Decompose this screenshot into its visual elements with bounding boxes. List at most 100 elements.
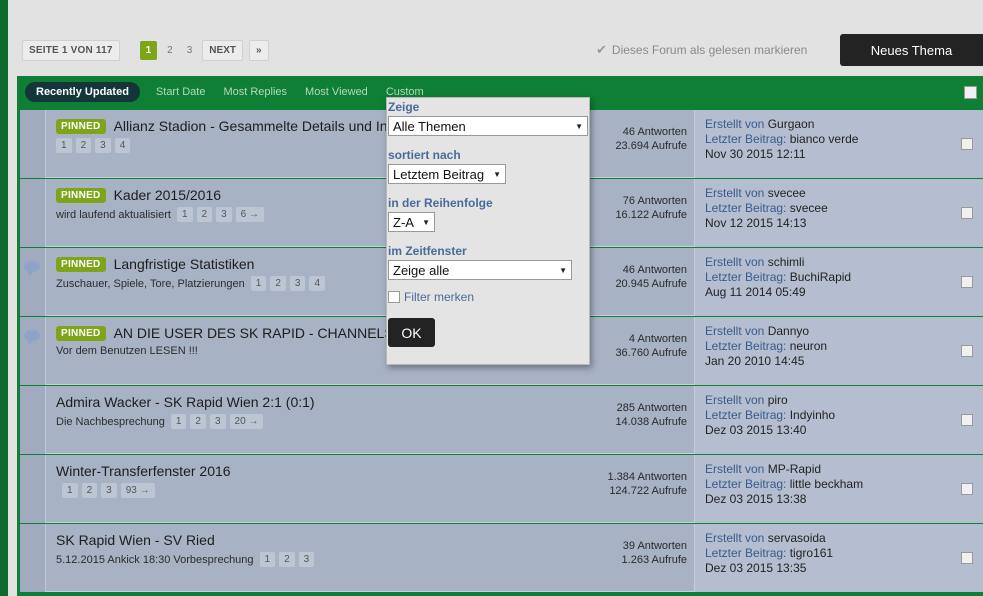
- topic-page-link[interactable]: 1: [170, 414, 187, 429]
- topic-page-link[interactable]: 1: [250, 276, 267, 291]
- creator-link[interactable]: servasoida: [768, 531, 826, 545]
- topic-page-links: 1 2 3 20 →: [170, 414, 264, 429]
- topic-status-cell: [20, 455, 46, 523]
- last-post-label: Letzter Beitrag:: [705, 270, 787, 284]
- tab-most-viewed[interactable]: Most Viewed: [305, 86, 368, 98]
- creator-link[interactable]: piro: [768, 393, 788, 407]
- topic-page-link[interactable]: 4: [309, 276, 325, 291]
- replies-count: 76 Antworten: [622, 195, 687, 207]
- creator-link[interactable]: svecee: [768, 186, 806, 200]
- topic-page-link[interactable]: 3: [216, 207, 232, 222]
- order-select[interactable]: Z-A ▼: [388, 212, 435, 232]
- last-poster-link[interactable]: tigro161: [790, 546, 833, 560]
- time-select[interactable]: Zeige alle ▼: [388, 260, 572, 280]
- topic-main: Admira Wacker - SK Rapid Wien 2:1 (0:1) …: [56, 394, 315, 429]
- topic-page-link[interactable]: 2: [279, 552, 295, 567]
- topic-page-link[interactable]: 93 →: [120, 483, 155, 498]
- topic-page-link[interactable]: 2: [270, 276, 286, 291]
- last-post-date[interactable]: Dez 03 2015 13:38: [705, 492, 983, 507]
- creator-link[interactable]: Gurgaon: [768, 117, 815, 131]
- last-post-info: Erstellt von schimli Letzter Beitrag: Bu…: [694, 248, 983, 316]
- topic-title-link[interactable]: SK Rapid Wien - SV Ried: [56, 532, 215, 548]
- creator-link[interactable]: schimli: [768, 255, 805, 269]
- last-poster-link[interactable]: little beckham: [790, 477, 863, 491]
- topic-page-link[interactable]: 4: [114, 138, 131, 153]
- pinned-badge: PINNED: [56, 187, 106, 203]
- topic-page-link[interactable]: 1: [56, 138, 72, 153]
- views-count: 20.945 Aufrufe: [615, 278, 687, 290]
- topic-title-link[interactable]: Langfristige Statistiken: [114, 256, 255, 272]
- sort-select[interactable]: Letztem Beitrag ▼: [388, 164, 506, 184]
- tab-most-replies[interactable]: Most Replies: [223, 86, 287, 98]
- last-poster-link[interactable]: BuchiRapid: [790, 270, 851, 284]
- topic-description: Vor dem Benutzen LESEN !!!: [56, 345, 198, 357]
- row-checkbox[interactable]: [961, 207, 973, 219]
- row-checkbox[interactable]: [961, 552, 973, 564]
- last-post-label: Letzter Beitrag:: [705, 408, 787, 422]
- last-post-date[interactable]: Dez 03 2015 13:40: [705, 423, 983, 438]
- last-post-date[interactable]: Aug 11 2014 05:49: [705, 285, 983, 300]
- topic-page-link[interactable]: 20 →: [229, 414, 264, 429]
- topic-page-link[interactable]: 3: [101, 483, 117, 498]
- mark-read-label: Dieses Forum als gelesen markieren: [611, 43, 808, 57]
- select-all-checkbox[interactable]: [964, 86, 977, 99]
- last-poster-link[interactable]: svecee: [790, 201, 828, 215]
- remember-filter-checkbox[interactable]: [388, 291, 400, 303]
- next-page-button[interactable]: NEXT: [202, 40, 243, 61]
- page-2[interactable]: 2: [163, 41, 177, 60]
- topic-page-link[interactable]: 2: [81, 483, 98, 498]
- topic-title-link[interactable]: AN DIE USER DES SK RAPID - CHANNELS: [114, 325, 394, 341]
- left-border-stripe: [0, 0, 8, 596]
- chevron-down-icon: ▼: [575, 121, 583, 131]
- last-post-label: Letzter Beitrag:: [705, 477, 787, 491]
- row-checkbox[interactable]: [961, 276, 973, 288]
- last-poster-link[interactable]: bianco verde: [790, 132, 859, 146]
- creator-link[interactable]: Dannyo: [768, 324, 809, 338]
- show-filter-group: Zeige Alle Themen ▼: [388, 100, 588, 136]
- row-checkbox[interactable]: [961, 483, 973, 495]
- last-poster-link[interactable]: neuron: [790, 339, 827, 353]
- topic-page-link[interactable]: 3: [95, 138, 111, 153]
- ok-button[interactable]: OK: [388, 318, 435, 347]
- topic-title-link[interactable]: Winter-Transferfenster 2016: [56, 463, 231, 479]
- topic-status-cell: [20, 317, 46, 385]
- last-post-date[interactable]: Dez 03 2015 13:35: [705, 561, 983, 576]
- topic-page-link[interactable]: 2: [190, 414, 206, 429]
- row-checkbox[interactable]: [961, 138, 973, 150]
- topic-page-link[interactable]: 2: [75, 138, 92, 153]
- tab-start-date[interactable]: Start Date: [156, 86, 206, 98]
- created-by-label: Erstellt von: [705, 117, 765, 131]
- pagination: SEITE 1 VON 117 1 2 3 NEXT »: [22, 40, 269, 61]
- row-checkbox[interactable]: [961, 414, 973, 426]
- table-row: SK Rapid Wien - SV Ried 5.12.2015 Ankick…: [20, 524, 983, 592]
- remember-filter-label[interactable]: Filter merken: [404, 290, 474, 304]
- last-post-date[interactable]: Nov 12 2015 14:13: [705, 216, 983, 231]
- topic-page-link[interactable]: 1: [62, 483, 78, 498]
- topic-page-link[interactable]: 1: [176, 207, 193, 222]
- topic-page-link[interactable]: 6 →: [235, 207, 264, 222]
- topic-page-link[interactable]: 1: [259, 552, 276, 567]
- replies-count: 4 Antworten: [628, 333, 687, 345]
- replies-count: 46 Antworten: [622, 126, 687, 138]
- mark-forum-read-link[interactable]: ✔ Dieses Forum als gelesen markieren: [596, 42, 807, 58]
- views-count: 16.122 Aufrufe: [615, 209, 687, 221]
- table-row: Admira Wacker - SK Rapid Wien 2:1 (0:1) …: [20, 386, 983, 454]
- topic-title-link[interactable]: Kader 2015/2016: [114, 187, 221, 203]
- new-topic-button[interactable]: Neues Thema: [840, 34, 983, 66]
- topic-page-link[interactable]: 2: [196, 207, 213, 222]
- topic-page-link[interactable]: 3: [298, 552, 315, 567]
- show-select[interactable]: Alle Themen ▼: [388, 116, 588, 136]
- topic-page-link[interactable]: 3: [289, 276, 306, 291]
- last-post-date[interactable]: Jan 20 2010 14:45: [705, 354, 983, 369]
- row-checkbox[interactable]: [961, 345, 973, 357]
- page-3[interactable]: 3: [183, 41, 197, 60]
- page-1[interactable]: 1: [139, 41, 158, 60]
- creator-link[interactable]: MP-Rapid: [768, 462, 821, 476]
- topic-title-link[interactable]: Admira Wacker - SK Rapid Wien 2:1 (0:1): [56, 394, 315, 410]
- tab-recently-updated[interactable]: Recently Updated: [25, 82, 140, 102]
- last-poster-link[interactable]: Indyinho: [790, 408, 835, 422]
- last-page-button[interactable]: »: [248, 40, 269, 61]
- topic-title-link[interactable]: Allianz Stadion - Gesammelte Details und…: [114, 118, 407, 134]
- topic-page-link[interactable]: 3: [209, 414, 226, 429]
- last-post-date[interactable]: Nov 30 2015 12:11: [705, 147, 983, 162]
